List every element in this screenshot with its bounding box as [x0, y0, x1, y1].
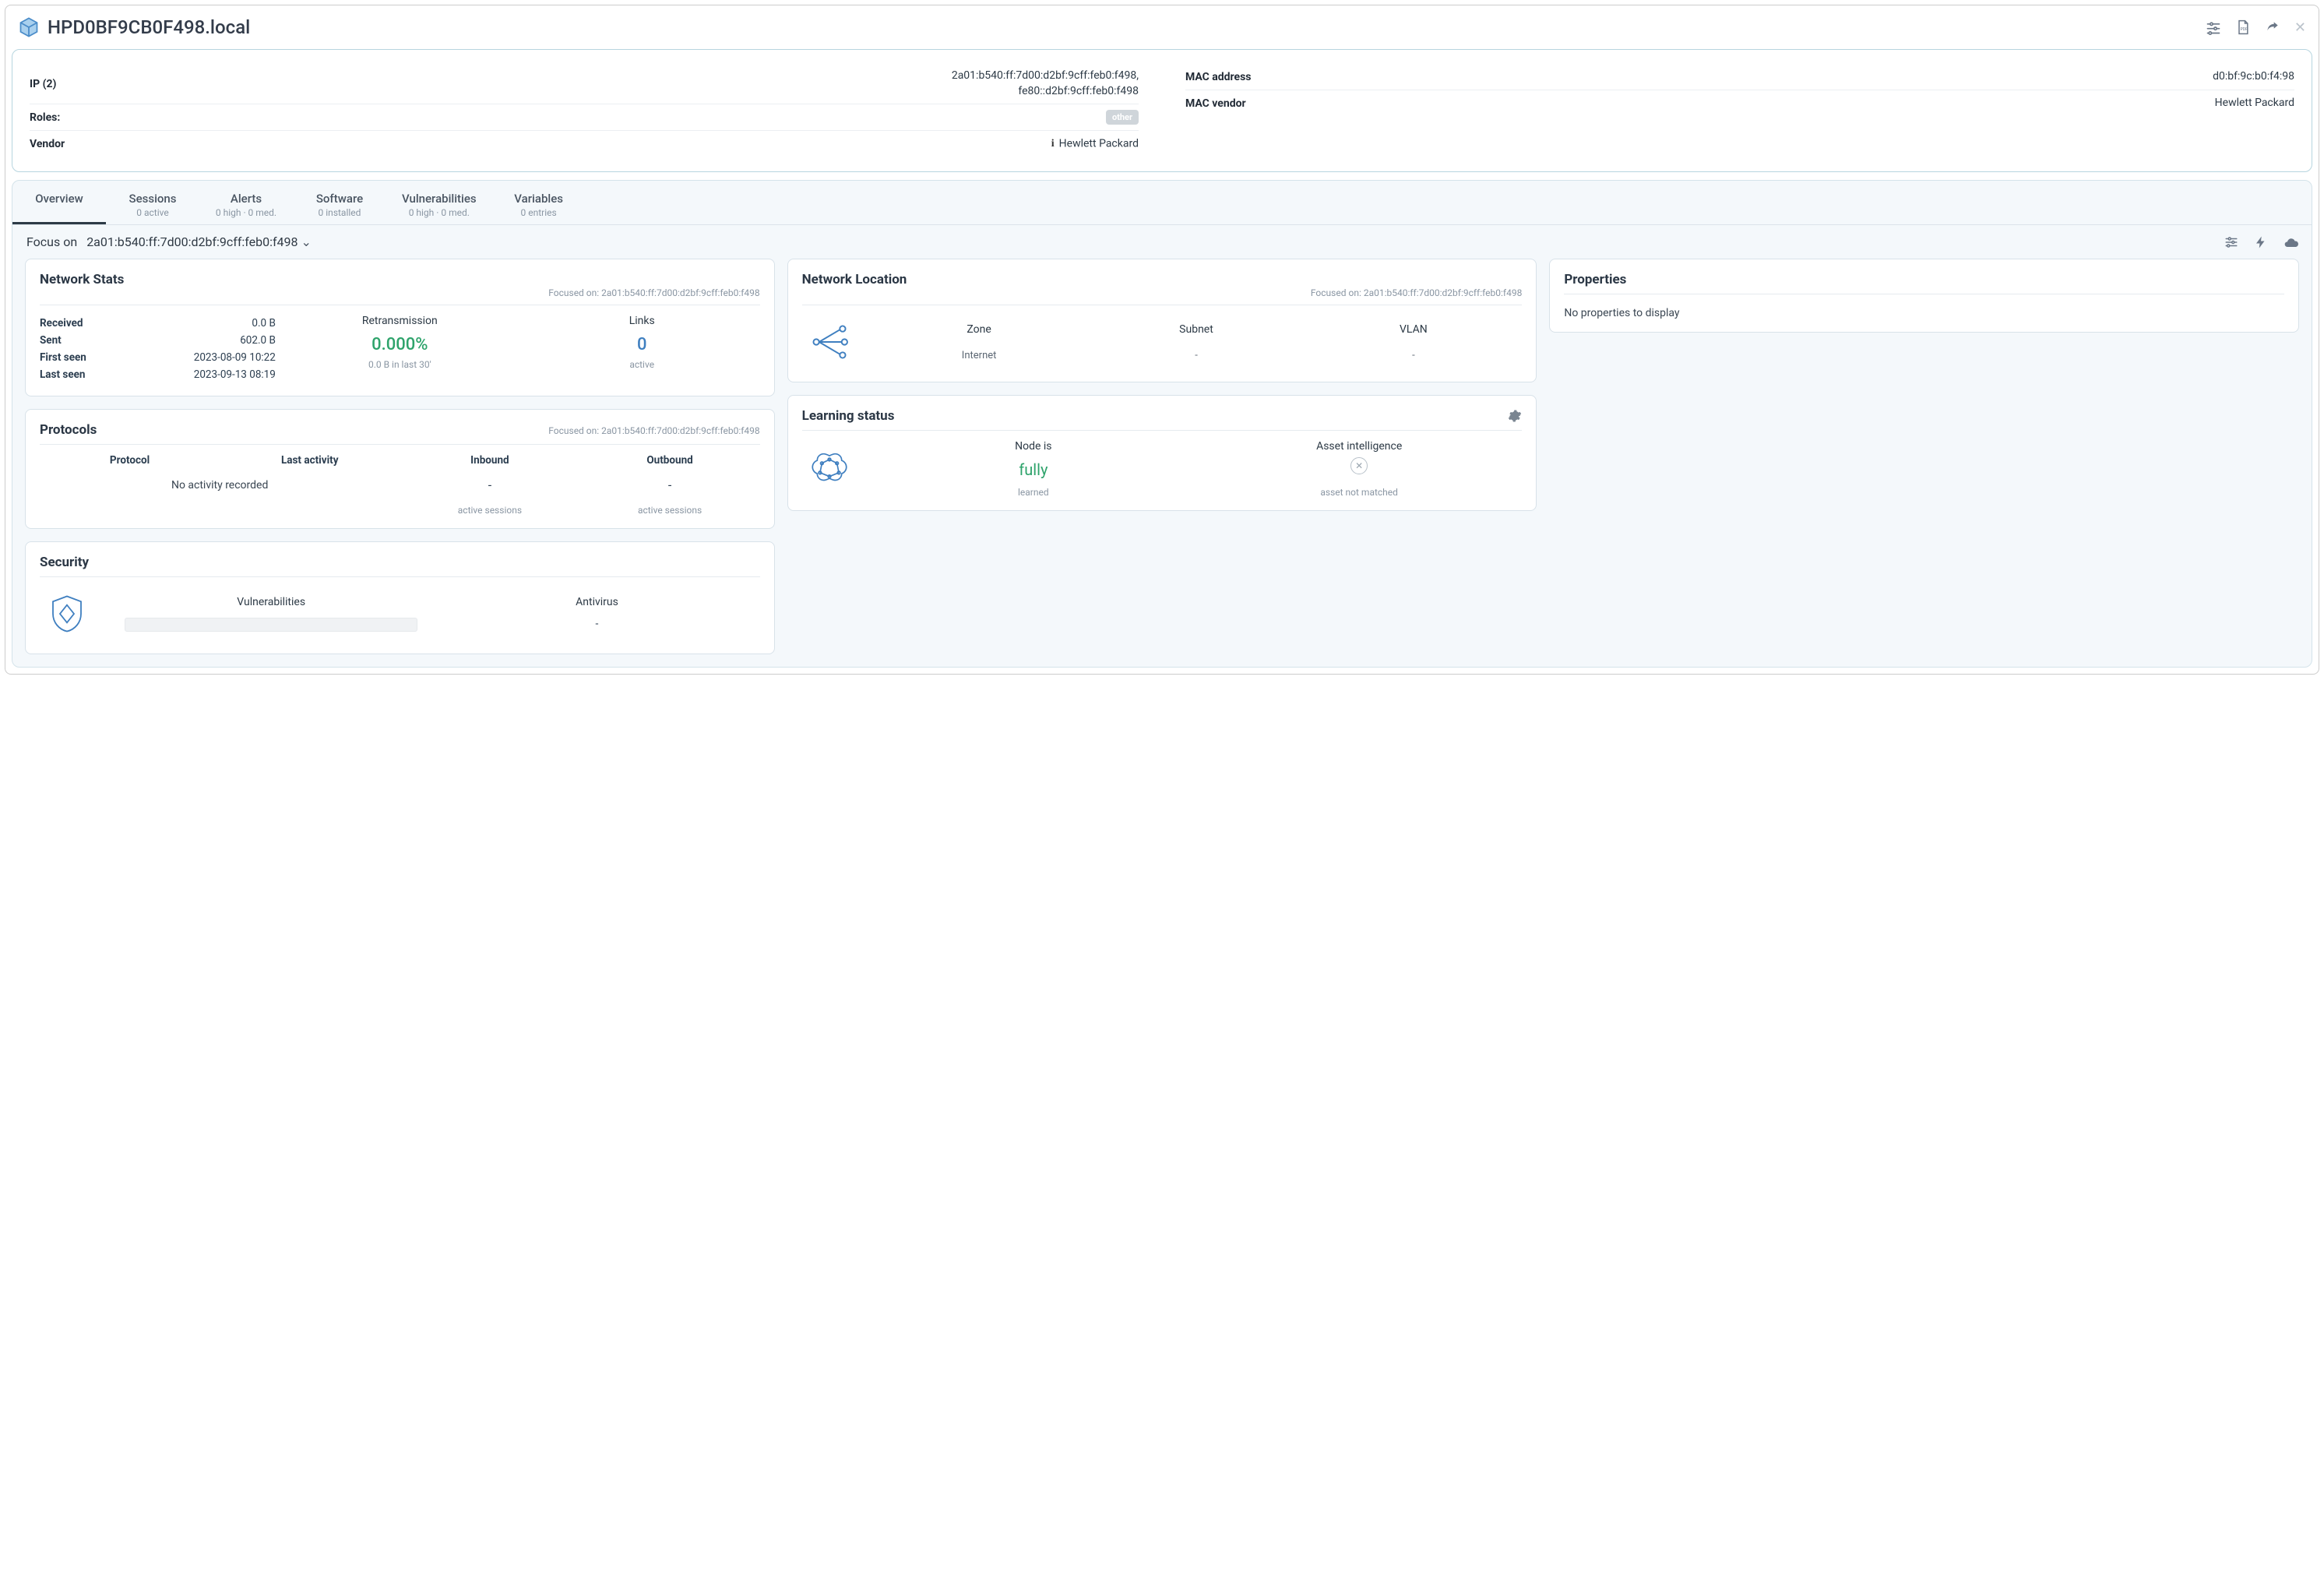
focus-actions: [2224, 235, 2298, 249]
no-activity-msg: No activity recorded: [40, 471, 400, 492]
vendor-label: Vendor: [30, 138, 139, 150]
role-badge-other: other: [1106, 110, 1139, 125]
focused-subtitle: Focused on: 2a01:b540:ff:7d00:d2bf:9cff:…: [802, 287, 1523, 298]
info-row-mac-address: MAC address d0:bf:9c:b0:f4:98: [1185, 64, 2294, 90]
mac-vendor-label: MAC vendor: [1185, 97, 1294, 110]
zone-value: Internet: [871, 347, 1088, 361]
ip-label: IP (2): [30, 78, 139, 90]
ip-value: 2a01:b540:ff:7d00:d2bf:9cff:feb0:f498, f…: [139, 69, 1139, 99]
info-icon[interactable]: i: [1051, 136, 1055, 152]
cube-icon: [18, 16, 40, 38]
focus-label: Focus on: [26, 234, 77, 249]
card-col-2: Network Location Focused on: 2a01:b540:f…: [787, 259, 1537, 511]
vendor-value: iHewlett Packard: [139, 136, 1139, 152]
stats-kv-list: Received0.0 B Sent602.0 B First seen2023…: [40, 315, 276, 383]
mac-address-value: d0:bf:9c:b0:f4:98: [1294, 69, 2294, 85]
card-title: Security: [40, 555, 89, 570]
info-col-right: MAC address d0:bf:9c:b0:f4:98 MAC vendor…: [1185, 64, 2294, 157]
chevron-down-icon: ⌄: [301, 234, 311, 249]
tab-software[interactable]: Software 0 installed: [293, 181, 386, 224]
card-network-location: Network Location Focused on: 2a01:b540:f…: [787, 259, 1537, 382]
card-security: Security Vulnerabilities Antivirus: [25, 541, 775, 654]
pdf-export-icon[interactable]: PDF: [2235, 19, 2251, 35]
mac-address-label: MAC address: [1185, 71, 1294, 83]
asset-detail-window: HPD0BF9CB0F498.local PDF ✕: [5, 5, 2319, 675]
cards-grid: Network Stats Focused on: 2a01:b540:ff:7…: [12, 259, 2312, 654]
not-matched-icon: ✕: [1350, 457, 1368, 474]
tab-variables[interactable]: Variables 0 entries: [492, 181, 586, 224]
network-stats-body: Received0.0 B Sent602.0 B First seen2023…: [40, 315, 760, 383]
vulnerabilities-loading: [125, 618, 417, 632]
info-col-left: IP (2) 2a01:b540:ff:7d00:d2bf:9cff:feb0:…: [30, 64, 1139, 157]
tab-alerts[interactable]: Alerts 0 high · 0 med.: [199, 181, 293, 224]
network-icon: [802, 315, 857, 369]
gear-icon[interactable]: [1508, 409, 1522, 423]
card-title: Network Stats: [40, 272, 124, 287]
roles-label: Roles:: [30, 111, 139, 124]
card-title: Learning status: [802, 408, 895, 424]
card-col-3: Properties No properties to display: [1549, 259, 2299, 333]
focused-subtitle: Focused on: 2a01:b540:ff:7d00:d2bf:9cff:…: [548, 425, 759, 436]
links-stat: Links 0 active: [524, 315, 760, 383]
page-title: HPD0BF9CB0F498.local: [48, 16, 2206, 38]
asset-info-panel: IP (2) 2a01:b540:ff:7d00:d2bf:9cff:feb0:…: [12, 49, 2312, 172]
tab-sessions[interactable]: Sessions 0 active: [106, 181, 199, 224]
focus-dropdown[interactable]: 2a01:b540:ff:7d00:d2bf:9cff:feb0:f498 ⌄: [86, 234, 312, 249]
security-body: Vulnerabilities Antivirus -: [40, 587, 760, 641]
focused-subtitle: Focused on: 2a01:b540:ff:7d00:d2bf:9cff:…: [40, 287, 760, 298]
card-title: Network Location: [802, 272, 907, 287]
focus-bar: Focus on 2a01:b540:ff:7d00:d2bf:9cff:feb…: [12, 225, 2312, 259]
info-row-vendor: Vendor iHewlett Packard: [30, 131, 1139, 157]
learning-body: Node is Asset intelligence fully ✕ learn…: [802, 440, 1523, 498]
card-protocols: Protocols Focused on: 2a01:b540:ff:7d00:…: [25, 409, 775, 529]
network-location-body: Zone Subnet VLAN Internet - -: [802, 315, 1523, 369]
window-header: HPD0BF9CB0F498.local PDF ✕: [12, 12, 2312, 46]
lightning-icon[interactable]: [2254, 235, 2268, 249]
card-properties: Properties No properties to display: [1549, 259, 2299, 333]
node-status-value: fully: [871, 457, 1196, 482]
card-learning-status: Learning status: [787, 395, 1537, 511]
protocols-body: Protocol Last activity Inbound Outbound …: [40, 454, 760, 516]
retransmission-stat: Retransmission 0.000% 0.0 B in last 30': [282, 315, 518, 383]
info-row-roles: Roles: other: [30, 104, 1139, 131]
card-title: Protocols: [40, 422, 97, 438]
brain-icon: [802, 442, 857, 496]
card-network-stats: Network Stats Focused on: 2a01:b540:ff:7…: [25, 259, 775, 396]
tabs: Overview Sessions 0 active Alerts 0 high…: [12, 181, 2312, 225]
share-icon[interactable]: [2265, 19, 2280, 35]
close-icon[interactable]: ✕: [2294, 19, 2306, 36]
svg-text:PDF: PDF: [2241, 27, 2248, 32]
shield-icon: [40, 587, 94, 641]
antivirus-value: -: [434, 618, 759, 632]
roles-value: other: [139, 110, 1139, 125]
card-col-1: Network Stats Focused on: 2a01:b540:ff:7…: [25, 259, 775, 654]
subnet-value: -: [1088, 347, 1305, 361]
content-panel: Overview Sessions 0 active Alerts 0 high…: [12, 180, 2312, 668]
info-row-mac-vendor: MAC vendor Hewlett Packard: [1185, 90, 2294, 117]
card-title: Properties: [1564, 272, 1626, 287]
tab-vulnerabilities[interactable]: Vulnerabilities 0 high · 0 med.: [386, 181, 492, 224]
tab-overview[interactable]: Overview: [12, 181, 106, 224]
settings-sliders-icon[interactable]: [2206, 19, 2221, 35]
info-row-ip: IP (2) 2a01:b540:ff:7d00:d2bf:9cff:feb0:…: [30, 64, 1139, 104]
vlan-value: -: [1305, 347, 1522, 361]
header-actions: PDF ✕: [2206, 19, 2306, 36]
properties-empty-msg: No properties to display: [1564, 304, 2284, 319]
cloud-icon[interactable]: [2284, 235, 2298, 249]
mac-vendor-value: Hewlett Packard: [1294, 96, 2294, 111]
filters-icon[interactable]: [2224, 235, 2238, 249]
